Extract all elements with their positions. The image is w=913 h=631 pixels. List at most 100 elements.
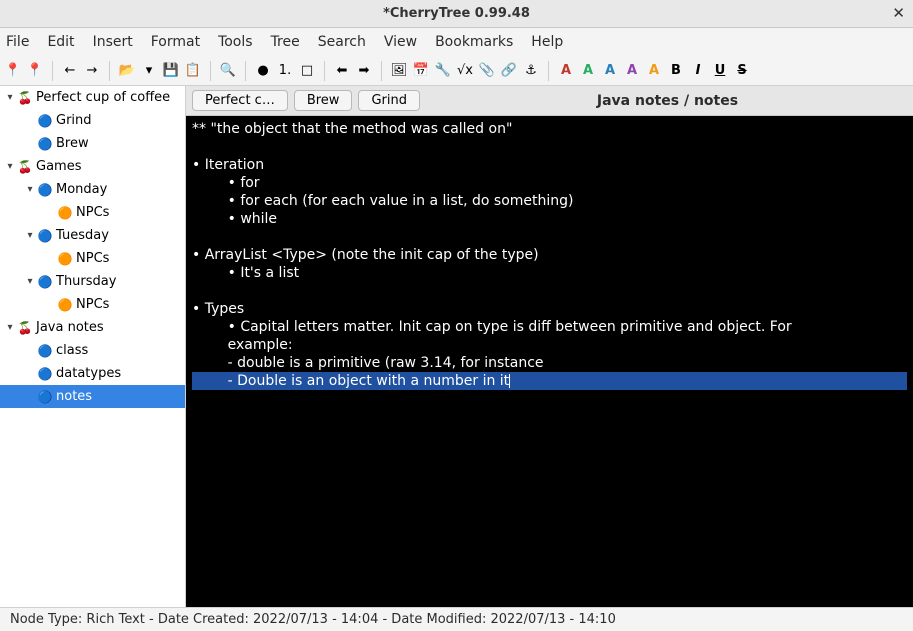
tab-perfect-c-[interactable]: Perfect c… <box>192 90 288 111</box>
editor[interactable]: ** "the object that the method was calle… <box>186 116 913 607</box>
node-icon: 🟠 <box>56 298 74 312</box>
editor-line[interactable]: • ArrayList <Type> (note the init cap of… <box>192 246 907 264</box>
tree-item-games[interactable]: ▾🍒Games <box>0 155 185 178</box>
tree-sidebar[interactable]: ▾🍒Perfect cup of coffee🔵Grind🔵Brew▾🍒Game… <box>0 86 186 607</box>
toolbar-button[interactable]: √x <box>456 62 474 80</box>
toolbar-button[interactable]: 📍 <box>4 62 22 80</box>
toolbar-button[interactable]: A <box>645 62 663 80</box>
node-icon: 🍒 <box>16 321 34 335</box>
node-icon: 🍒 <box>16 91 34 105</box>
toolbar-separator <box>324 61 325 81</box>
editor-line[interactable]: • while <box>192 210 907 228</box>
menu-search[interactable]: Search <box>318 34 366 50</box>
editor-line[interactable]: example: <box>192 336 907 354</box>
toolbar-separator <box>52 61 53 81</box>
tree-item-thursday[interactable]: ▾🔵Thursday <box>0 270 185 293</box>
node-label: Games <box>34 159 81 174</box>
caret-icon[interactable]: ▾ <box>4 322 16 333</box>
caret-icon[interactable]: ▾ <box>24 230 36 241</box>
toolbar-button[interactable]: 📂 <box>118 62 136 80</box>
editor-line[interactable]: • for each (for each value in a list, do… <box>192 192 907 210</box>
toolbar-button[interactable]: 📍 <box>26 62 44 80</box>
editor-line[interactable]: - double is a primitive (raw 3.14, for i… <box>192 354 907 372</box>
toolbar-button[interactable]: B <box>667 62 685 80</box>
toolbar-button[interactable]: ← <box>61 62 79 80</box>
toolbar-button[interactable]: ➡ <box>355 62 373 80</box>
menu-tree[interactable]: Tree <box>271 34 300 50</box>
toolbar-button[interactable]: I <box>689 62 707 80</box>
tree-item-npcs[interactable]: 🟠NPCs <box>0 201 185 224</box>
node-label: datatypes <box>54 366 121 381</box>
toolbar-button[interactable]: → <box>83 62 101 80</box>
toolbar-button[interactable]: ● <box>254 62 272 80</box>
tree-item-npcs[interactable]: 🟠NPCs <box>0 247 185 270</box>
statusbar: Node Type: Rich Text - Date Created: 202… <box>0 607 913 631</box>
editor-line[interactable]: • for <box>192 174 907 192</box>
caret-icon[interactable]: ▾ <box>24 184 36 195</box>
editor-line[interactable]: - Double is an object with a number in i… <box>192 372 907 390</box>
toolbar-button[interactable]: A <box>557 62 575 80</box>
tree-item-java-notes[interactable]: ▾🍒Java notes <box>0 316 185 339</box>
tree-item-perfect-cup-of-coffee[interactable]: ▾🍒Perfect cup of coffee <box>0 86 185 109</box>
tree-item-brew[interactable]: 🔵Brew <box>0 132 185 155</box>
tree-item-class[interactable]: 🔵class <box>0 339 185 362</box>
menu-file[interactable]: File <box>6 34 29 50</box>
menu-edit[interactable]: Edit <box>47 34 74 50</box>
menu-bookmarks[interactable]: Bookmarks <box>435 34 513 50</box>
caret-icon[interactable]: ▾ <box>4 92 16 103</box>
toolbar-button[interactable]: ⚓ <box>522 62 540 80</box>
tree-item-monday[interactable]: ▾🔵Monday <box>0 178 185 201</box>
node-icon: 🍒 <box>16 160 34 174</box>
toolbar-button[interactable]: 🔧 <box>434 62 452 80</box>
toolbar-button[interactable]: S <box>733 62 751 80</box>
toolbar-button[interactable]: 📎 <box>478 62 496 80</box>
editor-line[interactable] <box>192 282 907 300</box>
editor-line[interactable]: • Capital letters matter. Init cap on ty… <box>192 318 907 336</box>
tabs-group: Perfect c… BrewGrind <box>192 90 420 111</box>
toolbar-separator <box>245 61 246 81</box>
editor-line[interactable] <box>192 138 907 156</box>
tree-item-datatypes[interactable]: 🔵datatypes <box>0 362 185 385</box>
node-icon: 🔵 <box>36 137 54 151</box>
toolbar-button[interactable]: 💾 <box>162 62 180 80</box>
toolbar-button[interactable]: A <box>601 62 619 80</box>
node-label: NPCs <box>74 251 109 266</box>
menu-view[interactable]: View <box>384 34 417 50</box>
editor-line[interactable]: ** "the object that the method was calle… <box>192 120 907 138</box>
toolbar-button[interactable]: ⬅ <box>333 62 351 80</box>
toolbar-button[interactable]: 🔗 <box>500 62 518 80</box>
toolbar-button[interactable]: 🔍 <box>219 62 237 80</box>
editor-line[interactable]: • It's a list <box>192 264 907 282</box>
toolbar-separator <box>381 61 382 81</box>
node-label: Java notes <box>34 320 104 335</box>
toolbar-button[interactable]: 1. <box>276 62 294 80</box>
menu-help[interactable]: Help <box>531 34 563 50</box>
menu-format[interactable]: Format <box>151 34 200 50</box>
close-icon[interactable]: ✕ <box>892 4 905 22</box>
editor-line[interactable]: • Iteration <box>192 156 907 174</box>
node-icon: 🔵 <box>36 367 54 381</box>
toolbar-button[interactable]: 🖼 <box>390 62 408 80</box>
editor-line[interactable] <box>192 228 907 246</box>
toolbar-button[interactable]: 📅 <box>412 62 430 80</box>
editor-line[interactable]: • Types <box>192 300 907 318</box>
tab-brew[interactable]: Brew <box>294 90 353 111</box>
toolbar-button[interactable]: U <box>711 62 729 80</box>
toolbar-button[interactable]: A <box>579 62 597 80</box>
tree-item-notes[interactable]: 🔵notes <box>0 385 185 408</box>
caret-icon[interactable]: ▾ <box>4 161 16 172</box>
menu-tools[interactable]: Tools <box>218 34 253 50</box>
caret-icon[interactable]: ▾ <box>24 276 36 287</box>
tree-item-tuesday[interactable]: ▾🔵Tuesday <box>0 224 185 247</box>
toolbar-button[interactable]: □ <box>298 62 316 80</box>
toolbar-button[interactable]: 📋 <box>184 62 202 80</box>
tab-grind[interactable]: Grind <box>358 90 420 111</box>
tree-item-grind[interactable]: 🔵Grind <box>0 109 185 132</box>
node-icon: 🟠 <box>56 252 74 266</box>
breadcrumb: Java notes / notes <box>428 93 907 109</box>
toolbar-button[interactable]: ▾ <box>140 62 158 80</box>
toolbar-button[interactable]: A <box>623 62 641 80</box>
menu-insert[interactable]: Insert <box>93 34 133 50</box>
node-label: class <box>54 343 88 358</box>
tree-item-npcs[interactable]: 🟠NPCs <box>0 293 185 316</box>
